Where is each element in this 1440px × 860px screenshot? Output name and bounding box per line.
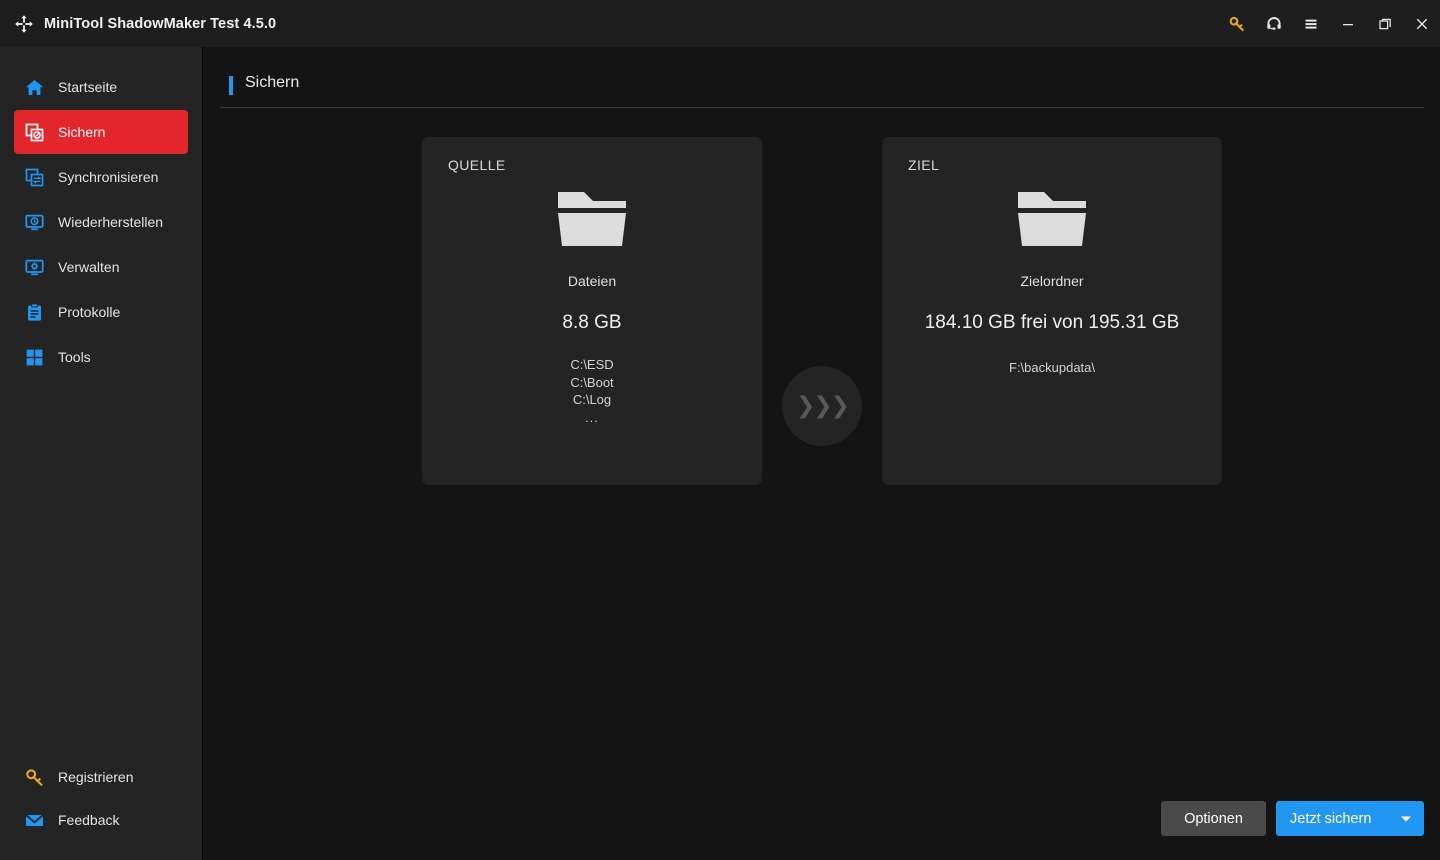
- options-button[interactable]: Optionen: [1161, 801, 1266, 836]
- sidebar-item-feedback[interactable]: Feedback: [14, 799, 189, 841]
- caret-down-icon[interactable]: [1401, 816, 1411, 821]
- folder-icon: [1014, 189, 1090, 249]
- sidebar-item-label: Protokolle: [58, 304, 121, 320]
- envelope-icon: [25, 811, 44, 830]
- source-path: C:\Boot: [570, 374, 614, 390]
- page-title: Sichern: [245, 74, 300, 91]
- destination-card-body: Zielordner 184.10 GB frei von 195.31 GB …: [882, 183, 1222, 375]
- chevrons-right-icon: ❯❯❯: [796, 392, 850, 419]
- home-icon: [25, 78, 44, 97]
- key-icon: [25, 768, 44, 787]
- sidebar-item-label: Feedback: [58, 812, 120, 828]
- sidebar-footer-nav: Registrieren Feedback: [0, 756, 203, 842]
- minimize-icon[interactable]: [1329, 0, 1366, 47]
- source-path-more: ...: [585, 409, 599, 425]
- source-card-body: Dateien 8.8 GB C:\ESD C:\Boot C:\Log ...: [422, 183, 762, 426]
- sidebar-nav: Startseite Sichern Synchronisieren Wiede…: [0, 47, 202, 379]
- transfer-arrow: ❯❯❯: [782, 366, 862, 446]
- backup-cards-row: QUELLE Dateien 8.8 GB C:\ESD C:\Boot C:\…: [204, 107, 1440, 485]
- sidebar-item-label: Verwalten: [58, 259, 120, 275]
- source-card-label: QUELLE: [448, 157, 506, 173]
- manage-icon: [25, 258, 44, 277]
- source-path-list: C:\ESD C:\Boot C:\Log ...: [570, 356, 613, 426]
- support-headset-icon[interactable]: [1255, 0, 1292, 47]
- source-card[interactable]: QUELLE Dateien 8.8 GB C:\ESD C:\Boot C:\…: [422, 137, 762, 485]
- sidebar-item-registrieren[interactable]: Registrieren: [14, 756, 189, 798]
- page-header: Sichern: [204, 47, 1440, 108]
- title-bar-controls: [1218, 0, 1440, 47]
- sidebar-item-label: Sichern: [58, 124, 106, 140]
- destination-path: F:\backupdata\: [1009, 360, 1095, 375]
- title-bar: MiniTool ShadowMaker Test 4.5.0: [0, 0, 1440, 47]
- backup-now-label: Jetzt sichern: [1290, 810, 1372, 827]
- source-size-label: 8.8 GB: [562, 312, 622, 333]
- sidebar-item-startseite[interactable]: Startseite: [14, 65, 188, 109]
- source-path: C:\Log: [572, 392, 612, 407]
- destination-capacity-label: 184.10 GB frei von 195.31 GB: [924, 312, 1180, 333]
- app-window: MiniTool ShadowMaker Test 4.5.0 Startsei…: [0, 0, 1440, 860]
- menu-hamburger-icon[interactable]: [1292, 0, 1329, 47]
- sidebar-item-label: Registrieren: [58, 769, 134, 785]
- maximize-icon[interactable]: [1366, 0, 1403, 47]
- backup-icon: [25, 123, 44, 142]
- close-icon[interactable]: [1403, 0, 1440, 47]
- restore-icon: [25, 213, 44, 232]
- sidebar-item-sichern[interactable]: Sichern: [14, 110, 188, 154]
- main-content: Sichern QUELLE Dateien 8.8 GB C:\ESD C:\…: [204, 47, 1440, 860]
- source-type-label: Dateien: [567, 273, 617, 289]
- folder-icon: [554, 189, 630, 249]
- destination-card[interactable]: ZIEL Zielordner 184.10 GB frei von 195.3…: [882, 137, 1222, 485]
- destination-card-label: ZIEL: [908, 157, 940, 173]
- action-buttons: Optionen Jetzt sichern: [1161, 801, 1424, 836]
- app-title: MiniTool ShadowMaker Test 4.5.0: [44, 15, 277, 32]
- sidebar-item-label: Tools: [58, 349, 91, 365]
- page-title-accent-bar: [229, 76, 233, 95]
- sidebar-item-tools[interactable]: Tools: [14, 335, 188, 379]
- source-path: C:\ESD: [570, 357, 614, 372]
- register-key-icon[interactable]: [1218, 0, 1255, 47]
- sidebar: Startseite Sichern Synchronisieren Wiede…: [0, 47, 203, 860]
- sidebar-item-label: Wiederherstellen: [58, 214, 164, 230]
- sidebar-item-synchronisieren[interactable]: Synchronisieren: [14, 155, 188, 199]
- destination-type-label: Zielordner: [1020, 273, 1084, 289]
- sync-icon: [25, 168, 44, 187]
- shadowmaker-logo-icon: [14, 14, 34, 34]
- tools-icon: [25, 348, 44, 367]
- logs-icon: [25, 302, 44, 322]
- backup-now-button[interactable]: Jetzt sichern: [1276, 801, 1424, 836]
- sidebar-item-wiederherstellen[interactable]: Wiederherstellen: [14, 200, 188, 244]
- title-bar-left: MiniTool ShadowMaker Test 4.5.0: [0, 14, 276, 34]
- sidebar-item-protokolle[interactable]: Protokolle: [14, 290, 188, 334]
- sidebar-item-label: Synchronisieren: [58, 169, 159, 185]
- sidebar-item-label: Startseite: [58, 79, 118, 95]
- sidebar-item-verwalten[interactable]: Verwalten: [14, 245, 188, 289]
